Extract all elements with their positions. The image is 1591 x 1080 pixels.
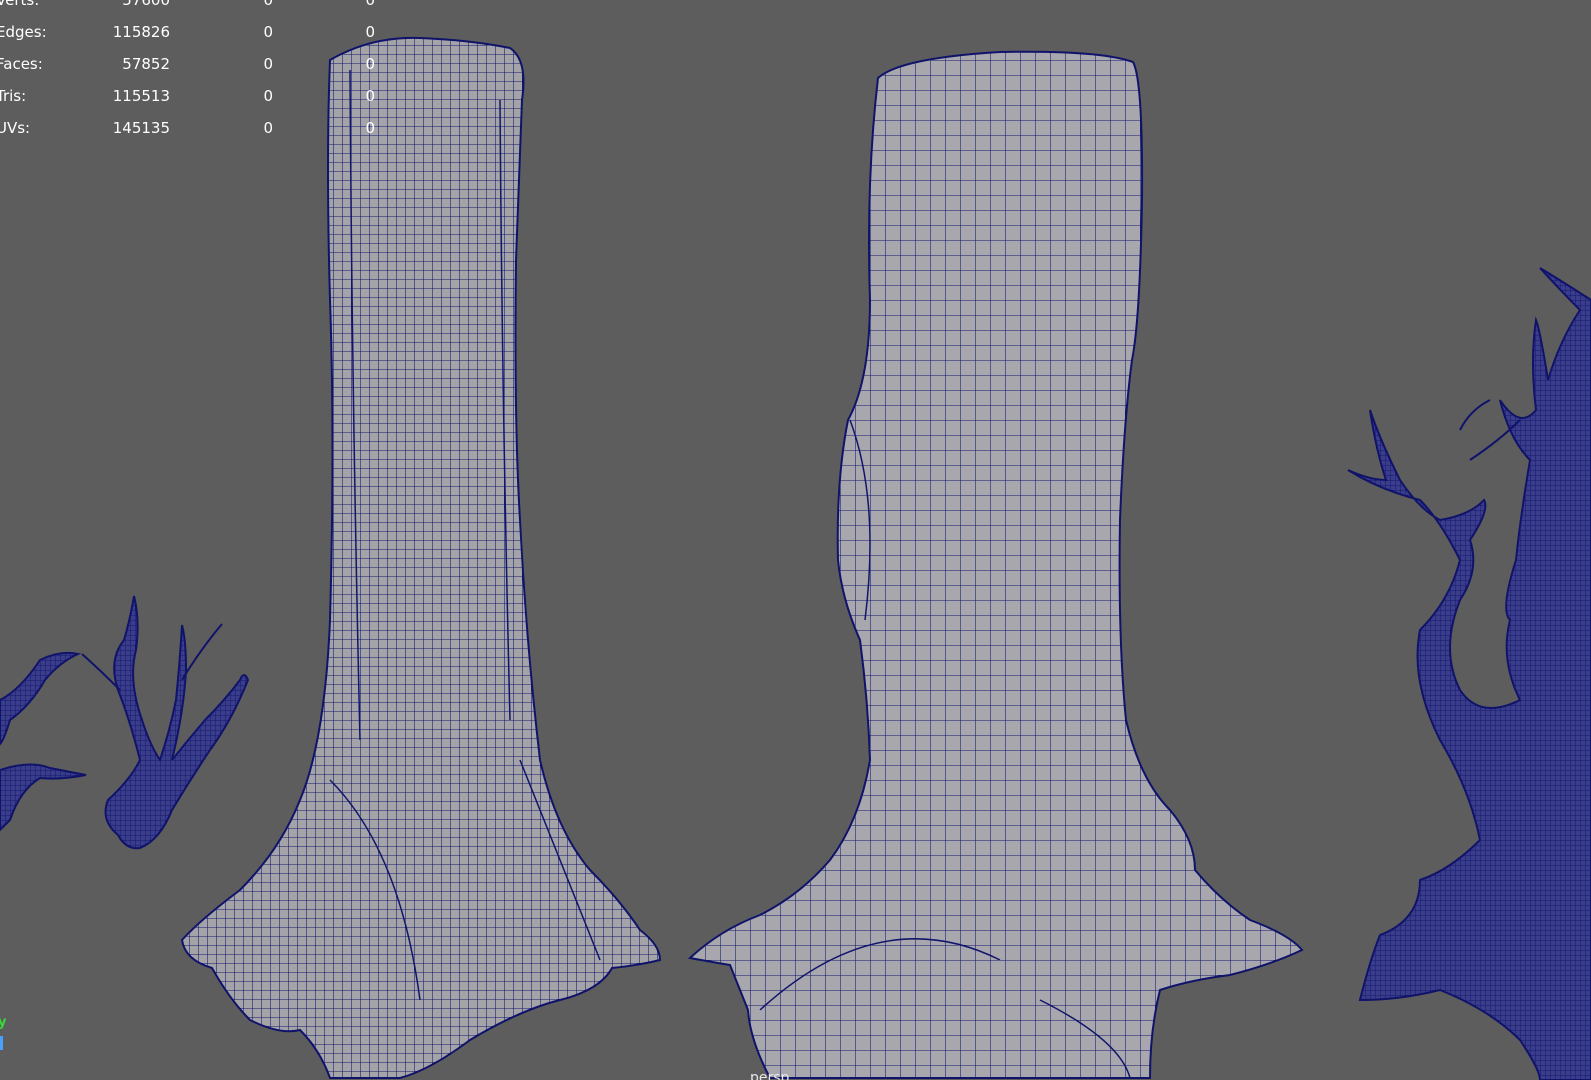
hud-triangles-value: 0 — [365, 0, 375, 9]
hud-selected-value: 0 — [263, 87, 273, 105]
maya-viewport[interactable]: Verts: 57600 0 0 Edges: 115826 0 0 Faces… — [0, 0, 1591, 1080]
hud-selected-value: 0 — [263, 119, 273, 137]
hud-label: Verts: — [0, 0, 40, 9]
hud-total-value: 57600 — [122, 0, 170, 9]
axis-z-indicator — [0, 1036, 3, 1050]
view-axis-gizmo: y — [0, 1015, 12, 1055]
hud-triangles-value: 0 — [365, 55, 375, 73]
hud-total-value: 115826 — [112, 23, 170, 41]
hud-total-value: 57852 — [122, 55, 170, 73]
hud-row-tris: Tris: 115513 0 0 — [0, 80, 390, 112]
scene-canvas[interactable] — [0, 0, 1591, 1080]
tree-trunk-mesh-1[interactable] — [180, 36, 662, 1079]
hud-label: Edges: — [0, 23, 47, 41]
hud-selected-value: 0 — [263, 0, 273, 9]
axis-y-label: y — [0, 1015, 7, 1030]
branch-mesh-small[interactable] — [81, 595, 250, 850]
hud-label: Faces: — [0, 55, 43, 73]
hud-row-faces: Faces: 57852 0 0 — [0, 48, 390, 80]
hud-total-value: 115513 — [112, 87, 170, 105]
hud-triangles-value: 0 — [365, 119, 375, 137]
hud-selected-value: 0 — [263, 23, 273, 41]
hud-total-value: 145135 — [112, 119, 170, 137]
hud-label: Tris: — [0, 87, 27, 105]
camera-name-label: persp — [750, 1070, 790, 1080]
hud-row-verts: Verts: 57600 0 0 — [0, 0, 390, 16]
tree-trunk-mesh-2[interactable] — [687, 50, 1304, 1079]
poly-count-hud: Verts: 57600 0 0 Edges: 115826 0 0 Faces… — [0, 0, 390, 144]
hud-row-edges: Edges: 115826 0 0 — [0, 16, 390, 48]
tree-mesh-right-edge[interactable] — [1347, 267, 1591, 1080]
hud-triangles-value: 0 — [365, 87, 375, 105]
hud-triangles-value: 0 — [365, 23, 375, 41]
hud-label: UVs: — [0, 119, 31, 137]
hud-selected-value: 0 — [263, 55, 273, 73]
branch-mesh-left-edge[interactable] — [0, 651, 87, 832]
hud-row-uvs: UVs: 145135 0 0 — [0, 112, 390, 144]
